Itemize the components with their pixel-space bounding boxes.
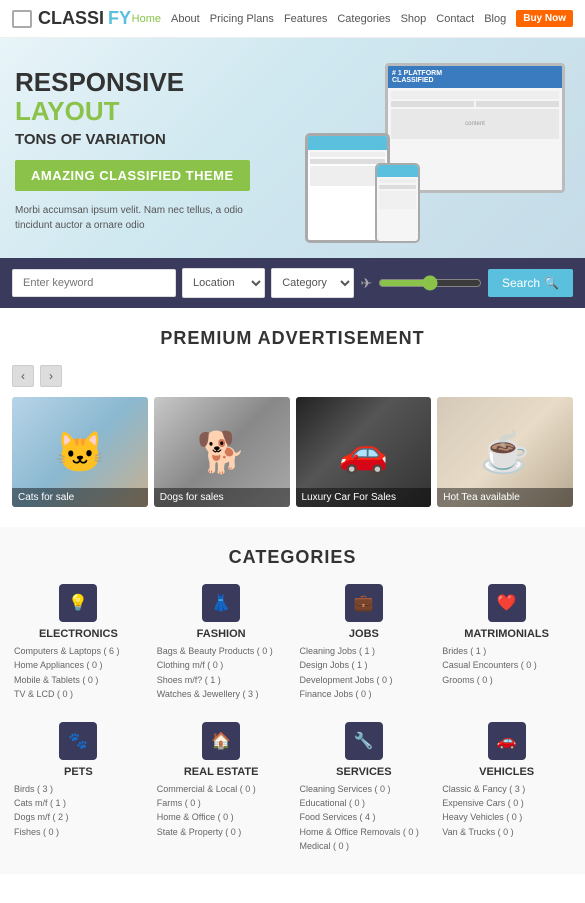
- ad-card-4[interactable]: Hot Tea available: [437, 397, 573, 507]
- services-icon: 🔧: [345, 722, 383, 760]
- logo-icon: [12, 10, 32, 28]
- hero-section: RESPONSIVE LAYOUT TONS OF VARIATION AMAZ…: [0, 38, 585, 258]
- ad-label-3: Luxury Car For Sales: [296, 488, 432, 507]
- category-electronics[interactable]: 💡 ELECTRONICS Computers & Laptops ( 6 ) …: [12, 584, 145, 702]
- fashion-icon: 👗: [202, 584, 240, 622]
- category-real-estate[interactable]: 🏠 REAL ESTATE Commercial & Local ( 0 ) F…: [155, 722, 288, 854]
- nav-shop[interactable]: Shop: [401, 13, 427, 25]
- range-slider[interactable]: [378, 275, 482, 291]
- real-estate-icon: 🏠: [202, 722, 240, 760]
- hero-headline: RESPONSIVE LAYOUT: [15, 68, 275, 125]
- electronics-subs: Computers & Laptops ( 6 ) Home Appliance…: [12, 644, 145, 702]
- jobs-subs: Cleaning Jobs ( 1 ) Design Jobs ( 1 ) De…: [298, 644, 431, 702]
- ad-label-4: Hot Tea available: [437, 488, 573, 507]
- real-estate-subs: Commercial & Local ( 0 ) Farms ( 0 ) Hom…: [155, 782, 288, 840]
- phone-device: [375, 163, 420, 243]
- keyword-input[interactable]: [12, 269, 176, 297]
- logo-text-1: CLASSI: [38, 8, 104, 29]
- category-vehicles[interactable]: 🚗 VEHICLES Classic & Fancy ( 3 ) Expensi…: [440, 722, 573, 854]
- carousel-controls: ‹ ›: [12, 365, 573, 387]
- header: CLASSIFY Home About Pricing Plans Featur…: [0, 0, 585, 38]
- categories-section: CATEGORIES 💡 ELECTRONICS Computers & Lap…: [0, 527, 585, 874]
- pets-subs: Birds ( 3 ) Cats m/f ( 1 ) Dogs m/f ( 2 …: [12, 782, 145, 840]
- jobs-title: JOBS: [298, 628, 431, 640]
- category-matrimonials[interactable]: ❤️ MATRIMONIALS Brides ( 1 ) Casual Enco…: [440, 584, 573, 702]
- nav-buynow[interactable]: Buy Now: [516, 10, 573, 27]
- ad-label-2: Dogs for sales: [154, 488, 290, 507]
- hero-text: RESPONSIVE LAYOUT TONS OF VARIATION AMAZ…: [15, 68, 275, 233]
- pets-icon: 🐾: [59, 722, 97, 760]
- location-select[interactable]: Location: [182, 268, 265, 298]
- nav-contact[interactable]: Contact: [436, 13, 474, 25]
- hero-description: Morbi accumsan ipsum velit. Nam nec tell…: [15, 203, 275, 233]
- ad-card-3[interactable]: Luxury Car For Sales: [296, 397, 432, 507]
- categories-grid: 💡 ELECTRONICS Computers & Laptops ( 6 ) …: [12, 584, 573, 854]
- hero-cta-button[interactable]: AMAZING CLASSIFIED THEME: [15, 160, 250, 191]
- price-range: [378, 275, 482, 291]
- jobs-icon: 💼: [345, 584, 383, 622]
- monitor-stand: [455, 192, 495, 193]
- nav-pricing[interactable]: Pricing Plans: [210, 13, 274, 25]
- nav-blog[interactable]: Blog: [484, 13, 506, 25]
- search-button-icon: 🔍: [544, 276, 559, 290]
- matrimonials-title: MATRIMONIALS: [440, 628, 573, 640]
- pets-title: PETS: [12, 766, 145, 778]
- category-jobs[interactable]: 💼 JOBS Cleaning Jobs ( 1 ) Design Jobs (…: [298, 584, 431, 702]
- carousel-prev-button[interactable]: ‹: [12, 365, 34, 387]
- real-estate-title: REAL ESTATE: [155, 766, 288, 778]
- send-icon: ✈: [360, 275, 372, 292]
- category-pets[interactable]: 🐾 PETS Birds ( 3 ) Cats m/f ( 1 ) Dogs m…: [12, 722, 145, 854]
- fashion-subs: Bags & Beauty Products ( 0 ) Clothing m/…: [155, 644, 288, 702]
- hero-subheadline: TONS OF VARIATION: [15, 131, 275, 148]
- premium-ads-section: PREMIUM ADVERTISEMENT ‹ › Cats for sale …: [0, 308, 585, 527]
- premium-ads-title: PREMIUM ADVERTISEMENT: [12, 328, 573, 349]
- ad-label-1: Cats for sale: [12, 488, 148, 507]
- services-title: SERVICES: [298, 766, 431, 778]
- logo-text-2: FY: [108, 8, 131, 29]
- categories-title: CATEGORIES: [12, 547, 573, 568]
- search-button[interactable]: Search 🔍: [488, 269, 573, 297]
- fashion-title: FASHION: [155, 628, 288, 640]
- logo: CLASSIFY: [12, 8, 131, 29]
- main-nav: Home About Pricing Plans Features Catego…: [132, 10, 573, 27]
- hero-devices: # 1 PLATFORMCLASSIFIED content: [295, 38, 585, 258]
- nav-features[interactable]: Features: [284, 13, 327, 25]
- device-mockup: # 1 PLATFORMCLASSIFIED content: [305, 53, 575, 243]
- ad-grid: Cats for sale Dogs for sales Luxury Car …: [12, 397, 573, 507]
- phone-screen: [377, 165, 418, 241]
- category-select[interactable]: Category: [271, 268, 354, 298]
- nav-categories[interactable]: Categories: [337, 13, 390, 25]
- ad-card-2[interactable]: Dogs for sales: [154, 397, 290, 507]
- category-fashion[interactable]: 👗 FASHION Bags & Beauty Products ( 0 ) C…: [155, 584, 288, 702]
- matrimonials-subs: Brides ( 1 ) Casual Encounters ( 0 ) Gro…: [440, 644, 573, 687]
- vehicles-icon: 🚗: [488, 722, 526, 760]
- electronics-icon: 💡: [59, 584, 97, 622]
- nav-about[interactable]: About: [171, 13, 200, 25]
- ad-card-1[interactable]: Cats for sale: [12, 397, 148, 507]
- nav-home[interactable]: Home: [132, 13, 161, 25]
- matrimonials-icon: ❤️: [488, 584, 526, 622]
- electronics-title: ELECTRONICS: [12, 628, 145, 640]
- carousel-next-button[interactable]: ›: [40, 365, 62, 387]
- category-services[interactable]: 🔧 SERVICES Cleaning Services ( 0 ) Educa…: [298, 722, 431, 854]
- search-bar: Location Category ✈ Search 🔍: [0, 258, 585, 308]
- vehicles-subs: Classic & Fancy ( 3 ) Expensive Cars ( 0…: [440, 782, 573, 840]
- vehicles-title: VEHICLES: [440, 766, 573, 778]
- services-subs: Cleaning Services ( 0 ) Educational ( 0 …: [298, 782, 431, 854]
- search-button-label: Search: [502, 276, 540, 290]
